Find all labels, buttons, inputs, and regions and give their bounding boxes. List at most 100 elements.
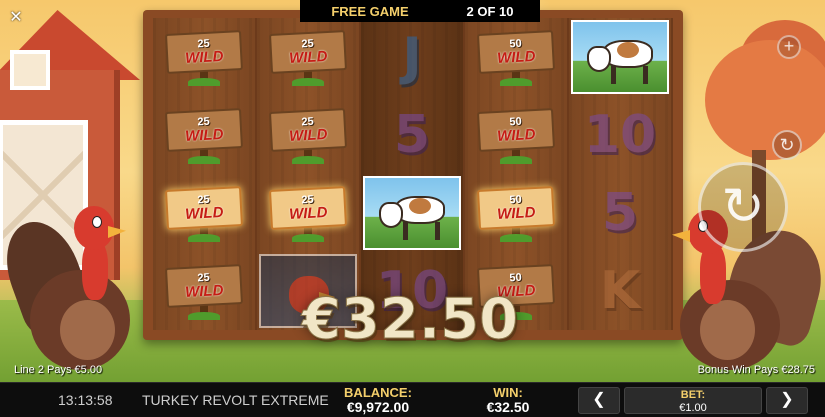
free-game-label: FREE GAME [331, 3, 409, 19]
wild-symbol: 25 WILD [165, 28, 243, 86]
wild-sign-board: 25 WILD [165, 264, 243, 308]
bet-value: €1.00 [679, 402, 707, 414]
game-stage: 25 WILD 25 WILD 25 WILD 25 WILD 25 WILD 25 WILD 25 WI… [0, 0, 825, 382]
free-game-counter: 2 OF 10 [466, 3, 514, 19]
card-symbol: 10 [583, 105, 657, 165]
reel-cell: 50 WILD [465, 18, 567, 96]
card-symbol: 5 [601, 183, 639, 243]
cow-icon [363, 176, 461, 250]
game-name: TURKEY REVOLT EXTREME [142, 392, 329, 408]
turkey-eye [92, 216, 102, 228]
cow-icon [571, 20, 669, 94]
wild-symbol: 25 WILD [269, 184, 347, 242]
wild-label: WILD [496, 203, 536, 223]
wild-sign-board: 25 WILD [165, 186, 243, 230]
left-turkey-character [0, 200, 160, 380]
wild-sign-board: 25 WILD [269, 30, 347, 74]
wild-symbol: 50 WILD [477, 106, 555, 164]
reel-cell [361, 174, 463, 252]
reel-cell: K [569, 252, 671, 330]
wild-symbol: 25 WILD [269, 28, 347, 86]
balance-display: BALANCE: €9,972.00 [338, 385, 418, 415]
reel-cell: J [361, 18, 463, 96]
reel-4: 50 WILD 50 WILD 50 WILD 50 WILD [465, 18, 567, 330]
card-symbol: 5 [393, 105, 431, 165]
win-value: €32.50 [486, 399, 530, 415]
win-amount-display: €32.50 [301, 287, 519, 352]
wild-label: WILD [184, 281, 224, 301]
wild-symbol: 50 WILD [477, 28, 555, 86]
cow-head [379, 202, 403, 228]
reel-cell: 25 WILD [153, 252, 255, 330]
win-display: WIN: €32.50 [478, 385, 538, 415]
reel-cell: 25 WILD [257, 18, 359, 96]
reel-cell: 50 WILD [465, 174, 567, 252]
wild-label: WILD [184, 125, 224, 145]
sign-grass [500, 156, 532, 164]
turkey-beak [108, 226, 126, 238]
wild-sign-board: 50 WILD [477, 30, 555, 74]
wild-symbol: 25 WILD [165, 106, 243, 164]
cow-leg [435, 222, 440, 240]
bet-decrease-button[interactable]: ❮ [578, 387, 620, 414]
reel-5: 10 5 K [569, 18, 671, 330]
sign-grass [500, 78, 532, 86]
bonus-pays-text: Bonus Win Pays €28.75 [697, 364, 815, 376]
cow-leg [611, 66, 616, 84]
turkey-belly [60, 300, 115, 360]
wild-label: WILD [288, 47, 328, 67]
reel-cell: 25 WILD [257, 96, 359, 174]
balance-value: €9,972.00 [346, 399, 410, 415]
wild-label: WILD [288, 203, 328, 223]
line-pays-text: Line 2 Pays €5.00 [14, 364, 103, 376]
reel-cell: 25 WILD [153, 96, 255, 174]
cow-spot [409, 198, 431, 214]
bet-button[interactable]: BET: €1.00 [624, 387, 762, 414]
wild-label: WILD [184, 203, 224, 223]
reel-cell: 25 WILD [153, 18, 255, 96]
wild-label: WILD [496, 125, 536, 145]
close-icon[interactable]: ✕ [6, 8, 26, 28]
turkey-belly [700, 300, 755, 360]
reel-3: J 5 10 [361, 18, 463, 330]
cow-head [587, 46, 611, 72]
wild-sign-board: 25 WILD [165, 108, 243, 152]
reel-2: 25 WILD 25 WILD 25 WILD [257, 18, 359, 330]
wild-symbol: 25 WILD [165, 184, 243, 242]
sign-grass [500, 234, 532, 242]
wild-symbol: 50 WILD [477, 184, 555, 242]
sign-grass [188, 156, 220, 164]
bottom-bar: 13:13:58 TURKEY REVOLT EXTREME BALANCE: … [0, 382, 825, 417]
wild-label: WILD [288, 125, 328, 145]
tree-canopy [705, 40, 825, 160]
wild-sign-board: 25 WILD [269, 108, 347, 152]
wild-sign-board: 50 WILD [477, 108, 555, 152]
wild-sign-board: 50 WILD [477, 186, 555, 230]
reel-cell: 5 [569, 174, 671, 252]
card-symbol: J [402, 27, 422, 87]
reel-cell: 5 [361, 96, 463, 174]
win-label: WIN: [493, 385, 523, 400]
sign-grass [188, 234, 220, 242]
sign-grass [188, 78, 220, 86]
wild-sign-board: 25 WILD [269, 186, 347, 230]
bet-increase-button[interactable]: ❯ [766, 387, 808, 414]
wild-label: WILD [496, 47, 536, 67]
autoplay-button[interactable]: ↻ [772, 130, 802, 160]
sign-grass [292, 234, 324, 242]
reel-grid: 25 WILD 25 WILD 25 WILD 25 WILD 25 WILD 25 WILD 25 WI… [153, 18, 673, 330]
free-game-banner: FREE GAME 2 OF 10 [300, 0, 540, 22]
sign-grass [292, 78, 324, 86]
reel-cell: 10 [569, 96, 671, 174]
turkey-beak [672, 230, 690, 242]
cow-leg [403, 222, 408, 240]
wild-label: WILD [184, 47, 224, 67]
more-options-button[interactable]: + [777, 35, 801, 59]
reel-cell: 25 WILD [257, 174, 359, 252]
card-symbol: K [599, 261, 641, 321]
spin-button[interactable]: ↻ [698, 162, 788, 252]
reel-cell [569, 18, 671, 96]
clock: 13:13:58 [58, 392, 113, 408]
reel-cell: 50 WILD [465, 96, 567, 174]
reel-1: 25 WILD 25 WILD 25 WILD 25 WILD [153, 18, 255, 330]
